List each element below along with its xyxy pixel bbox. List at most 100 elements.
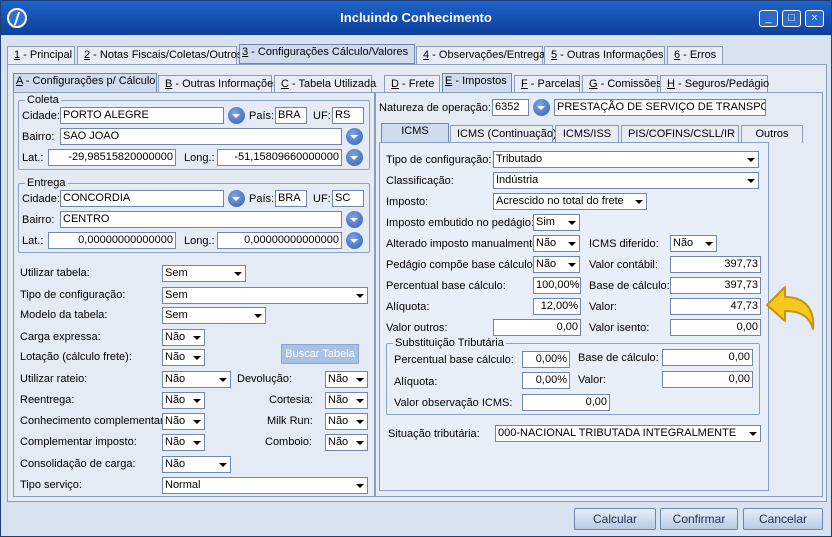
aliquota-input[interactable]: 12,00% bbox=[533, 298, 581, 315]
rateio-select[interactable]: Não bbox=[162, 371, 231, 388]
tab-icms-iss[interactable]: ICMS/ISS bbox=[555, 125, 619, 143]
alterado-select[interactable]: Não bbox=[533, 235, 580, 252]
classificacao-select[interactable]: Indústria bbox=[493, 172, 759, 189]
tab-comissoes[interactable]: G - Comissões bbox=[582, 75, 662, 93]
lotacao-select[interactable]: Não bbox=[162, 349, 205, 366]
st-perc-input[interactable]: 0,00% bbox=[522, 351, 570, 368]
base-calc-input[interactable]: 397,73 bbox=[670, 277, 761, 294]
tipo-config-label: Tipo de configuração: bbox=[20, 289, 126, 301]
main-tabs: 1 - Principal 2 - Notas Fiscais/Coletas/… bbox=[7, 44, 827, 64]
entrega-title: Entrega bbox=[25, 177, 68, 189]
dropdown-arrow-icon bbox=[352, 372, 367, 387]
modelo-tabela-select[interactable]: Sem bbox=[162, 307, 266, 324]
natureza-label: Natureza de operação: bbox=[379, 102, 491, 114]
carga-expressa-select[interactable]: Não bbox=[162, 329, 205, 346]
close-button[interactable]: × bbox=[805, 10, 824, 27]
st-perc-label: Percentual base cálculo: bbox=[394, 354, 514, 366]
tab-configuracoes-calculo[interactable]: 3 - Configurações Cálculo/Valores bbox=[239, 44, 415, 64]
valor-outros-input[interactable]: 0,00 bbox=[493, 319, 581, 336]
tab-frete[interactable]: D - Frete bbox=[384, 75, 440, 93]
minimize-button[interactable]: _ bbox=[759, 10, 778, 27]
cancelar-button[interactable]: Cancelar bbox=[743, 508, 823, 530]
tab-outros[interactable]: Outros bbox=[741, 125, 803, 143]
tab-parcelas[interactable]: F - Parcelas bbox=[514, 75, 580, 93]
milkrun-select[interactable]: Não bbox=[325, 413, 368, 430]
buscar-tabela-button[interactable]: Buscar Tabela bbox=[281, 344, 359, 364]
cortesia-label: Cortesia: bbox=[269, 394, 314, 406]
coleta-uf-input[interactable]: RS bbox=[332, 107, 364, 124]
pedagio-select[interactable]: Não bbox=[533, 256, 580, 273]
coleta-coords-combo-icon[interactable] bbox=[346, 149, 363, 166]
tab-erros[interactable]: 6 - Erros bbox=[667, 46, 723, 64]
tipo-config-select[interactable]: Sem bbox=[162, 287, 368, 304]
complementar-select[interactable]: Não bbox=[162, 413, 205, 430]
entrega-lat-input[interactable]: 0,00000000000000 bbox=[48, 232, 176, 249]
entrega-bairro-input[interactable]: CENTRO bbox=[60, 211, 342, 228]
entrega-bairro-combo-icon[interactable] bbox=[346, 211, 363, 228]
coleta-bairro-combo-icon[interactable] bbox=[346, 128, 363, 145]
tab-icms[interactable]: ICMS bbox=[381, 123, 449, 143]
coleta-long-input[interactable]: -51,15809660000000 bbox=[217, 149, 342, 166]
coleta-lat-input[interactable]: -29,98515820000000 bbox=[48, 149, 176, 166]
coleta-pais-input[interactable]: BRA bbox=[275, 107, 307, 124]
tab-config-calculo[interactable]: A - Configurações p/ Cálculo bbox=[13, 73, 157, 93]
tab-notas-fiscais[interactable]: 2 - Notas Fiscais/Coletas/Outros bbox=[77, 46, 242, 64]
tab-icms-continuacao[interactable]: ICMS (Continuação) bbox=[450, 125, 557, 143]
utilizar-tabela-select[interactable]: Sem bbox=[162, 265, 246, 282]
embutido-select[interactable]: Sim bbox=[533, 214, 580, 231]
tab-observacoes[interactable]: 4 - Observações/Entrega bbox=[416, 46, 545, 64]
dropdown-arrow-icon bbox=[701, 236, 716, 251]
coleta-long-label: Long.: bbox=[184, 152, 215, 164]
natureza-desc-input[interactable]: PRESTAÇÃO DE SERVIÇO DE TRANSPOI bbox=[554, 99, 766, 116]
entrega-uf-input[interactable]: SC bbox=[332, 190, 364, 207]
comp-imposto-select[interactable]: Não bbox=[162, 434, 205, 451]
st-base-input[interactable]: 0,00 bbox=[662, 349, 753, 366]
st-aliq-label: Alíquota: bbox=[394, 376, 438, 388]
coleta-bairro-input[interactable]: SAO JOAO bbox=[60, 128, 342, 145]
natureza-code-input[interactable]: 6352 bbox=[492, 99, 529, 116]
valor-contabil-input[interactable]: 397,73 bbox=[670, 256, 761, 273]
imposto-select[interactable]: Acrescido no total do frete bbox=[493, 193, 647, 210]
tab-tabela-utilizada[interactable]: C - Tabela Utilizada bbox=[274, 75, 376, 93]
comboio-select[interactable]: Não bbox=[325, 434, 368, 451]
entrega-cidade-input[interactable]: CONCORDIA bbox=[60, 190, 224, 207]
tab-impostos[interactable]: E - Impostos bbox=[442, 73, 512, 93]
situacao-select[interactable]: 000-NACIONAL TRIBUTADA INTEGRALMENTE bbox=[495, 425, 761, 442]
icms-tipo-config-select[interactable]: Tributado bbox=[493, 151, 759, 168]
maximize-button[interactable]: □ bbox=[782, 10, 801, 27]
dropdown-arrow-icon bbox=[352, 414, 367, 429]
cortesia-select[interactable]: Não bbox=[325, 392, 368, 409]
coleta-cidade-input[interactable]: PORTO ALEGRE bbox=[60, 107, 224, 124]
confirmar-button[interactable]: Confirmar bbox=[660, 508, 738, 530]
st-obs-input[interactable]: 0,00 bbox=[522, 394, 610, 411]
valor-input[interactable]: 47,73 bbox=[670, 298, 761, 315]
tab-left-outras-informacoes[interactable]: B - Outras Informações bbox=[158, 75, 279, 93]
devolucao-select[interactable]: Não bbox=[325, 371, 368, 388]
st-valor-input[interactable]: 0,00 bbox=[662, 371, 753, 388]
coleta-cidade-combo-icon[interactable] bbox=[228, 107, 245, 124]
tab-principal[interactable]: 1 - Principal bbox=[7, 46, 75, 64]
valor-isento-input[interactable]: 0,00 bbox=[670, 319, 761, 336]
tab-outras-informacoes[interactable]: 5 - Outras Informações bbox=[544, 46, 665, 64]
perc-base-input[interactable]: 100,00% bbox=[533, 277, 581, 294]
entrega-long-input[interactable]: 0,00000000000000 bbox=[217, 232, 342, 249]
diferido-select[interactable]: Não bbox=[670, 235, 717, 252]
st-aliq-input[interactable]: 0,00% bbox=[522, 372, 570, 389]
main-window: Incluindo Conhecimento _ □ × 1 - Princip… bbox=[0, 0, 832, 537]
coleta-pais-label: País: bbox=[249, 110, 275, 122]
tab-pis-cofins[interactable]: PIS/COFINS/CSLL/IR bbox=[621, 125, 739, 143]
perc-base-label: Percentual base cálculo: bbox=[386, 280, 506, 292]
entrega-cidade-combo-icon[interactable] bbox=[228, 190, 245, 207]
entrega-lat-label: Lat.: bbox=[22, 235, 44, 247]
st-base-label: Base de cálculo: bbox=[578, 352, 659, 364]
reentrega-select[interactable]: Não bbox=[162, 392, 205, 409]
icms-tipo-config-label: Tipo de configuração: bbox=[386, 154, 492, 166]
consolidacao-select[interactable]: Não bbox=[162, 456, 231, 473]
calcular-button[interactable]: Calcular bbox=[574, 508, 656, 530]
situacao-label: Situação tributária: bbox=[388, 428, 480, 440]
tab-seguros-pedagio[interactable]: H - Seguros/Pedágio bbox=[660, 75, 769, 93]
entrega-coords-combo-icon[interactable] bbox=[346, 232, 363, 249]
entrega-pais-input[interactable]: BRA bbox=[275, 190, 307, 207]
tipo-servico-select[interactable]: Normal bbox=[162, 477, 368, 494]
natureza-combo-icon[interactable] bbox=[533, 99, 550, 116]
